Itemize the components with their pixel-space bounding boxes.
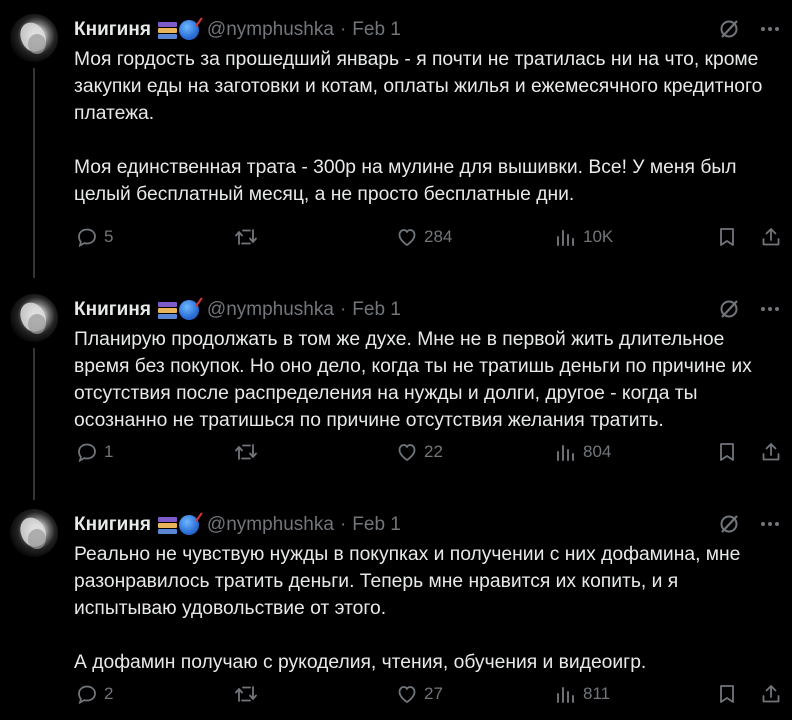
tweet-text: Моя гордость за прошедший январь - я поч… xyxy=(74,46,774,208)
views-icon xyxy=(557,687,574,703)
share-button[interactable] xyxy=(760,226,782,248)
like-count: 284 xyxy=(424,227,453,246)
repost-icon xyxy=(235,686,257,702)
views-icon xyxy=(557,230,574,246)
tweet-paragraph: Реально не чувствую нужды в покупках и п… xyxy=(74,544,741,619)
reply-count: 1 xyxy=(104,442,114,461)
tweet-paragraph: Моя единственная трата - 300р на мулине … xyxy=(74,157,737,205)
repost-button[interactable] xyxy=(234,226,258,248)
bookmark-icon xyxy=(720,685,734,703)
tweet[interactable]: Книгиня @nymphushka · Feb 1 Планирую про… xyxy=(0,280,792,500)
like-button[interactable]: 22 xyxy=(396,441,443,463)
more-icon[interactable] xyxy=(760,306,780,312)
thread: Книгиня @nymphushka · Feb 1 Моя гордость… xyxy=(0,0,792,720)
share-icon xyxy=(762,228,780,246)
yarn-ball-icon xyxy=(178,300,199,320)
grok-icon[interactable] xyxy=(718,513,740,535)
tweet-date[interactable]: Feb 1 xyxy=(352,19,401,41)
thread-line xyxy=(33,348,35,500)
author-name[interactable]: Книгиня xyxy=(74,299,151,321)
tweet[interactable]: Книгиня @nymphushka · Feb 1 Реально не ч… xyxy=(0,495,792,720)
avatar[interactable] xyxy=(10,509,58,557)
reply-count: 5 xyxy=(104,227,114,246)
repost-button[interactable] xyxy=(234,683,258,705)
reply-icon xyxy=(78,685,96,705)
repost-icon xyxy=(235,444,257,460)
tweet-header: Книгиня @nymphushka · Feb 1 xyxy=(74,513,401,537)
reply-count: 2 xyxy=(104,684,114,703)
more-icon[interactable] xyxy=(760,521,780,527)
yarn-ball-icon xyxy=(178,515,199,535)
like-icon xyxy=(398,229,416,246)
tweet-top-actions xyxy=(718,298,780,320)
share-button[interactable] xyxy=(760,441,782,463)
bookmark-icon xyxy=(720,228,734,246)
like-icon xyxy=(398,444,416,461)
views-button[interactable]: 811 xyxy=(555,683,610,705)
bookmark-icon xyxy=(720,443,734,461)
like-button[interactable]: 27 xyxy=(396,683,443,705)
author-emoji xyxy=(157,20,199,40)
reply-icon xyxy=(78,443,96,463)
avatar[interactable] xyxy=(10,294,58,342)
views-count: 10K xyxy=(583,227,614,246)
reply-button[interactable]: 1 xyxy=(76,441,113,463)
separator-dot: · xyxy=(339,299,347,320)
author-emoji xyxy=(157,515,199,535)
tweet-date[interactable]: Feb 1 xyxy=(352,299,401,321)
share-button[interactable] xyxy=(760,683,782,705)
like-count: 22 xyxy=(424,442,443,461)
repost-icon xyxy=(235,229,257,245)
share-icon xyxy=(762,443,780,461)
books-icon xyxy=(157,515,178,535)
tweet-paragraph: А дофамин получаю с рукоделия, чтения, о… xyxy=(74,652,647,673)
author-handle[interactable]: @nymphushka xyxy=(207,19,334,41)
tweet-text: Реально не чувствую нужды в покупках и п… xyxy=(74,541,774,676)
tweet-paragraph: Моя гордость за прошедший январь - я поч… xyxy=(74,49,763,124)
author-handle[interactable]: @nymphushka xyxy=(207,514,334,536)
avatar[interactable] xyxy=(10,14,58,62)
bookmark-button[interactable] xyxy=(716,226,738,248)
tweet-top-actions xyxy=(718,18,780,40)
like-icon xyxy=(398,686,416,703)
tweet-header: Книгиня @nymphushka · Feb 1 xyxy=(74,298,401,322)
reply-icon xyxy=(78,228,96,248)
views-count: 811 xyxy=(583,684,611,703)
author-handle[interactable]: @nymphushka xyxy=(207,299,334,321)
share-icon xyxy=(762,685,780,703)
tweet-top-actions xyxy=(718,513,780,535)
repost-button[interactable] xyxy=(234,441,258,463)
tweet[interactable]: Книгиня @nymphushka · Feb 1 Моя гордость… xyxy=(0,0,792,278)
bookmark-button[interactable] xyxy=(716,441,738,463)
author-name[interactable]: Книгиня xyxy=(74,19,151,41)
books-icon xyxy=(157,20,178,40)
yarn-ball-icon xyxy=(178,20,199,40)
books-icon xyxy=(157,300,178,320)
grok-icon[interactable] xyxy=(718,298,740,320)
tweet-header: Книгиня @nymphushka · Feb 1 xyxy=(74,18,401,42)
action-bar: 2 27 811 xyxy=(74,683,786,713)
bookmark-button[interactable] xyxy=(716,683,738,705)
author-name[interactable]: Книгиня xyxy=(74,514,151,536)
grok-icon[interactable] xyxy=(718,18,740,40)
thread-line xyxy=(33,68,35,278)
like-count: 27 xyxy=(424,684,443,703)
tweet-text: Планирую продолжать в том же духе. Мне н… xyxy=(74,326,774,434)
author-emoji xyxy=(157,300,199,320)
tweet-paragraph: Планирую продолжать в том же духе. Мне н… xyxy=(74,329,752,431)
reply-button[interactable]: 2 xyxy=(76,683,113,705)
views-button[interactable]: 10K xyxy=(555,226,613,248)
views-count: 804 xyxy=(583,442,612,461)
action-bar: 5 284 10K xyxy=(74,226,786,256)
action-bar: 1 22 804 xyxy=(74,441,786,471)
like-button[interactable]: 284 xyxy=(396,226,452,248)
separator-dot: · xyxy=(339,514,347,535)
views-icon xyxy=(557,445,574,461)
more-icon[interactable] xyxy=(760,26,780,32)
reply-button[interactable]: 5 xyxy=(76,226,113,248)
separator-dot: · xyxy=(339,19,347,40)
views-button[interactable]: 804 xyxy=(555,441,611,463)
tweet-date[interactable]: Feb 1 xyxy=(352,514,401,536)
